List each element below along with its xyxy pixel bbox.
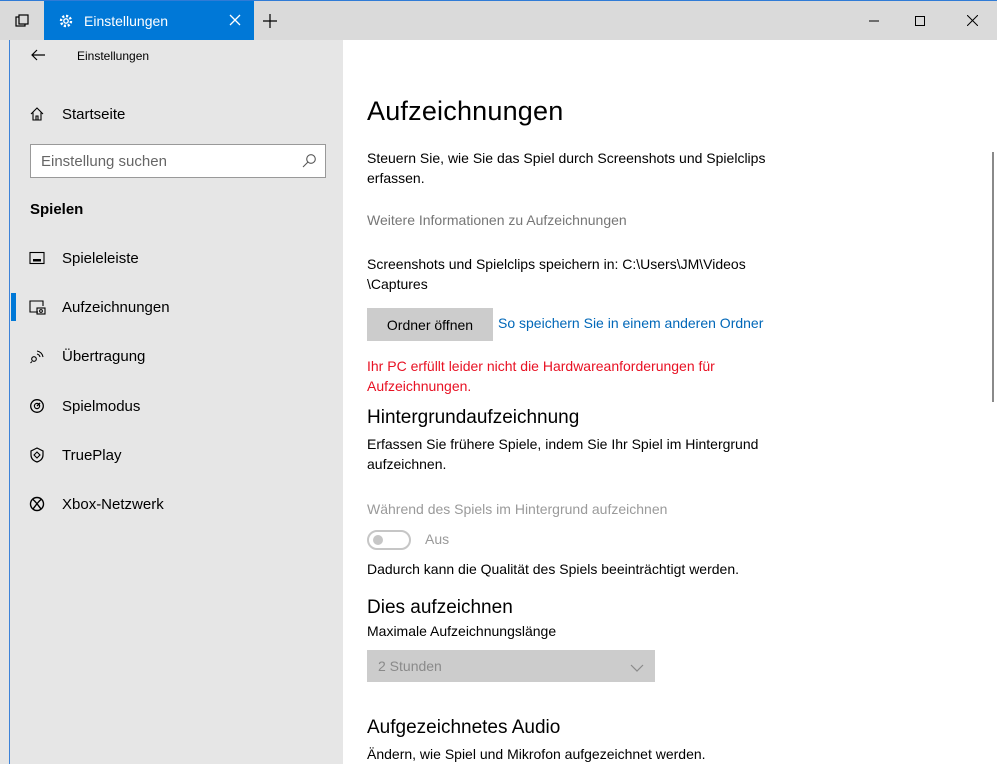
nav-home-label: Startseite: [62, 105, 126, 123]
nav-item-label: Aufzeichnungen: [62, 298, 170, 316]
other-folder-link[interactable]: So speichern Sie in einem anderen Ordner: [498, 315, 763, 331]
nav-item-xbox-netzwerk[interactable]: Xbox-Netzwerk: [10, 484, 343, 524]
nav-item-label: Spieleleiste: [62, 249, 139, 267]
search-input[interactable]: Einstellung suchen: [30, 144, 326, 178]
search-placeholder: Einstellung suchen: [41, 152, 167, 170]
broadcasting-icon: [28, 347, 46, 365]
max-length-label: Maximale Aufzeichnungslänge: [367, 623, 557, 639]
toggle-knob: [373, 535, 383, 545]
content-pane: Aufzeichnungen Steuern Sie, wie Sie das …: [343, 40, 997, 764]
nav-item-uebertragung[interactable]: Übertragung: [10, 336, 343, 376]
intro-text-line1: Steuern Sie, wie Sie das Spiel durch Scr…: [367, 150, 766, 166]
nav-item-label: TruePlay: [62, 446, 122, 464]
nav-section-title: Spielen: [30, 201, 84, 218]
background-recording-heading: Hintergrundaufzeichnung: [367, 407, 580, 428]
task-view-icon[interactable]: [0, 1, 44, 40]
audio-desc: Ändern, wie Spiel und Mikrofon aufgezeic…: [367, 746, 706, 762]
nav-item-label: Xbox-Netzwerk: [62, 495, 164, 513]
home-icon: [28, 105, 46, 123]
maximize-button[interactable]: [897, 1, 943, 40]
nav-item-spielmodus[interactable]: Spielmodus: [10, 386, 343, 426]
save-path-line1: Screenshots und Spielclips speichern in:…: [367, 256, 746, 272]
quality-note: Dadurch kann die Qualität des Spiels bee…: [367, 561, 739, 577]
hardware-warning-line1: Ihr PC erfüllt leider nicht die Hardware…: [367, 358, 715, 374]
page-title: Aufzeichnungen: [367, 96, 564, 126]
nav-item-label: Übertragung: [62, 347, 146, 365]
app-title: Einstellungen: [77, 49, 150, 63]
chevron-down-icon: [630, 660, 644, 672]
xbox-icon: [28, 495, 46, 513]
intro-text-line2: erfassen.: [367, 170, 425, 186]
open-folder-button[interactable]: Ordner öffnen: [367, 308, 493, 341]
minimize-button[interactable]: [851, 1, 897, 40]
close-tab-icon[interactable]: [226, 11, 244, 29]
gear-icon: [58, 13, 74, 29]
scrollbar[interactable]: [992, 152, 994, 402]
game-bar-icon: [28, 249, 46, 267]
nav-item-spieleleiste[interactable]: Spieleleiste: [10, 238, 343, 278]
back-arrow-icon[interactable]: [30, 48, 46, 62]
new-tab-icon[interactable]: [258, 9, 282, 33]
tab-title: Einstellungen: [84, 12, 169, 29]
background-desc-line1: Erfassen Sie frühere Spiele, indem Sie I…: [367, 436, 759, 452]
tab-settings[interactable]: Einstellungen: [44, 1, 254, 40]
nav-item-label: Spielmodus: [62, 397, 141, 415]
nav-item-trueplay[interactable]: TruePlay: [10, 435, 343, 475]
max-length-value: 2 Stunden: [378, 658, 442, 674]
title-bar: Einstellungen: [0, 0, 997, 40]
trueplay-icon: [28, 446, 46, 464]
toggle-state-label: Aus: [425, 531, 450, 547]
recorded-audio-heading: Aufgezeichnetes Audio: [367, 717, 561, 738]
search-icon[interactable]: [301, 153, 317, 169]
hardware-warning-line2: Aufzeichnungen.: [367, 378, 472, 394]
background-toggle-label: Während des Spiels im Hintergrund aufzei…: [367, 501, 668, 517]
more-info-link[interactable]: Weitere Informationen zu Aufzeichnungen: [367, 210, 627, 230]
nav-home[interactable]: Startseite: [10, 94, 343, 134]
nav-item-aufzeichnungen[interactable]: Aufzeichnungen: [10, 287, 343, 327]
close-window-button[interactable]: [949, 1, 995, 40]
game-mode-icon: [28, 397, 46, 415]
captures-icon: [28, 298, 46, 316]
background-desc-line2: aufzeichnen.: [367, 456, 447, 472]
max-length-dropdown[interactable]: 2 Stunden: [367, 650, 655, 682]
record-this-heading: Dies aufzeichnen: [367, 597, 513, 618]
save-path-line2: \Captures: [367, 276, 428, 292]
background-recording-toggle[interactable]: [367, 530, 411, 550]
